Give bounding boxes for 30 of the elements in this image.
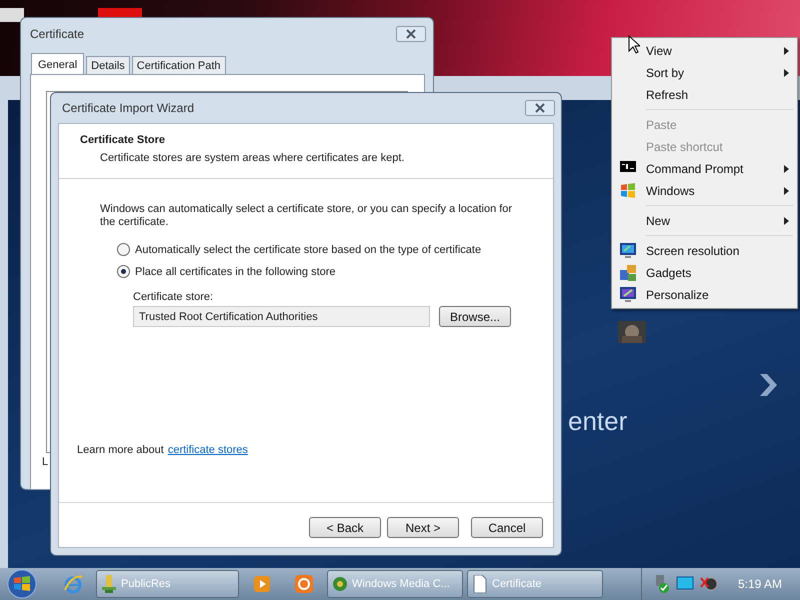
footer-text: L — [42, 456, 48, 468]
menu-item[interactable]: Personalize — [614, 284, 795, 306]
section-title: Certificate Store — [80, 134, 166, 146]
menu-item[interactable]: Refresh — [614, 84, 795, 106]
browse-button[interactable]: Browse... — [439, 306, 512, 327]
tab[interactable]: General — [31, 53, 84, 75]
field-label: Certificate store: — [133, 291, 214, 303]
clock-text: 5:19 AM — [738, 577, 782, 591]
tab[interactable]: Certification Path — [132, 56, 226, 74]
menu-item[interactable]: Gadgets — [614, 262, 795, 284]
help-link[interactable]: certificate stores — [168, 444, 248, 456]
tab[interactable]: Details — [86, 56, 130, 74]
window-title: Certificate — [30, 27, 84, 41]
help-text: Learn more about — [77, 444, 164, 456]
window-title: Certificate Import Wizard — [62, 101, 194, 115]
menu-item[interactable]: View — [614, 40, 795, 62]
radio-option[interactable]: Place all certificates in the following store — [117, 265, 513, 278]
menu-item[interactable]: Windows — [614, 180, 795, 202]
cancel-button[interactable]: Cancel — [471, 517, 543, 538]
section-subtitle: Certificate stores are system areas where certificates are kept. — [99, 152, 406, 164]
menu-item[interactable]: Sort by — [614, 62, 795, 84]
menu-item[interactable]: New — [614, 210, 795, 232]
menu-item[interactable]: Screen resolution — [614, 240, 795, 262]
heading-text: enter — [568, 406, 628, 437]
radio-option[interactable]: Automatically select the certificate store based on the type of certificate — [117, 243, 513, 256]
back-button[interactable]: < Back — [309, 517, 381, 538]
next-button[interactable]: Next > — [387, 517, 459, 538]
description-text: Windows can automatically select a certificate store, or you can specify a location for the certificate. — [100, 203, 513, 229]
input-field[interactable]: Trusted Root Certification Authorities — [133, 306, 430, 327]
menu-item[interactable]: Command Prompt — [614, 158, 795, 180]
